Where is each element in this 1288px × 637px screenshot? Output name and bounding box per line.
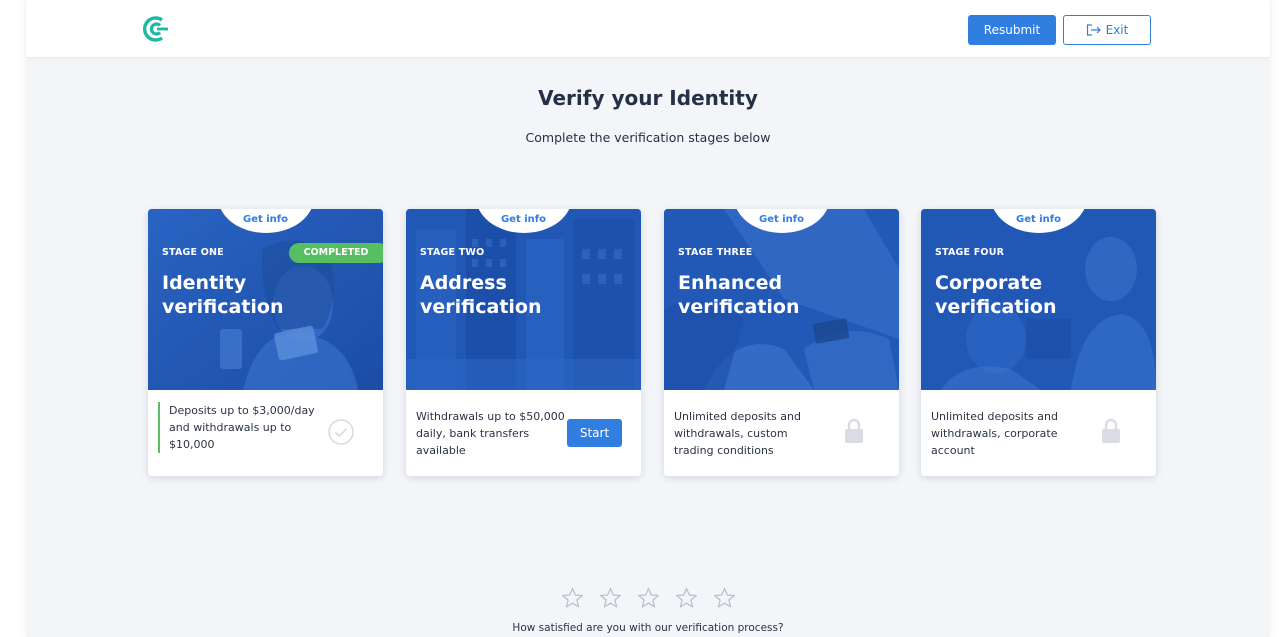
stage-card-enhanced: Get info STAGE THREE Enhanced verificati… [664, 209, 899, 476]
rating-question: How satisfied are you with our verificat… [512, 622, 784, 634]
stage-title: Enhanced verification [678, 272, 800, 318]
stage-card-hero: Get info STAGE THREE Enhanced verificati… [664, 209, 899, 390]
stage-card-body: Unlimited deposits and withdrawals, corp… [921, 390, 1156, 476]
stage-description: Withdrawals up to $50,000 daily, bank tr… [416, 410, 565, 457]
stage-description: Deposits up to $3,000/day and withdrawal… [158, 402, 319, 453]
ce-logo-icon[interactable] [140, 16, 174, 42]
stage-card-hero: Get info STAGE FOUR Corporate verificati… [921, 209, 1156, 390]
star-icon[interactable] [713, 587, 736, 609]
stage-label: STAGE FOUR [935, 247, 1005, 258]
stage-card-hero: Get info STAGE ONE COMPLETED Identity ve… [148, 209, 383, 390]
lock-icon [1102, 418, 1120, 443]
resubmit-button[interactable]: Resubmit [968, 15, 1056, 45]
stage-description: Unlimited deposits and withdrawals, corp… [931, 410, 1058, 457]
check-circle-icon [328, 419, 354, 445]
stage-label: STAGE THREE [678, 247, 753, 258]
star-icon[interactable] [599, 587, 622, 609]
page-title: Verify your Identity [538, 86, 758, 110]
stage-label: STAGE TWO [420, 247, 485, 258]
star-icon[interactable] [675, 587, 698, 609]
stage-title: Address verification [420, 272, 542, 318]
get-info-link[interactable]: Get info [208, 214, 323, 225]
completed-badge: COMPLETED [289, 243, 383, 263]
app-window: Resubmit Exit Verify your Identity Compl… [26, 0, 1270, 637]
lock-icon [845, 418, 863, 443]
stage-card-body: Unlimited deposits and withdrawals, cust… [664, 390, 899, 476]
start-button[interactable]: Start [567, 419, 622, 447]
star-rating [26, 587, 1270, 609]
exit-label: Exit [1105, 23, 1129, 37]
stage-card-body: Withdrawals up to $50,000 daily, bank tr… [406, 390, 641, 476]
stage-title: Identity verification [162, 272, 284, 318]
top-bar: Resubmit Exit [26, 0, 1270, 57]
stage-card-corporate: Get info STAGE FOUR Corporate verificati… [921, 209, 1156, 476]
stage-card-identity: Get info STAGE ONE COMPLETED Identity ve… [148, 209, 383, 476]
stage-description: Unlimited deposits and withdrawals, cust… [674, 410, 801, 457]
star-icon[interactable] [637, 587, 660, 609]
page-subtitle: Complete the verification stages below [525, 130, 771, 145]
stage-card-body: Deposits up to $3,000/day and withdrawal… [148, 390, 383, 476]
get-info-link[interactable]: Get info [724, 214, 839, 225]
exit-button[interactable]: Exit [1063, 15, 1151, 45]
star-icon[interactable] [561, 587, 584, 609]
stage-card-hero: Get info STAGE TWO Address verification [406, 209, 641, 390]
exit-arrow-icon [1086, 24, 1101, 36]
stage-card-address: Get info STAGE TWO Address verification … [406, 209, 641, 476]
stage-label: STAGE ONE [162, 247, 224, 258]
get-info-link[interactable]: Get info [466, 214, 581, 225]
get-info-link[interactable]: Get info [981, 214, 1096, 225]
stage-title: Corporate verification [935, 272, 1057, 318]
